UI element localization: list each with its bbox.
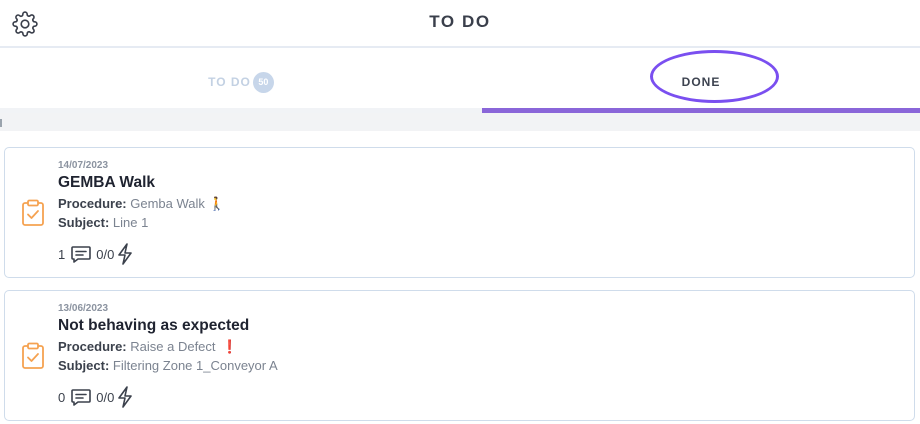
subject-label: Subject: [58, 358, 110, 373]
subject-line: Subject: Filtering Zone 1_Conveyor A [58, 358, 278, 373]
tab-bar: TO DO 50 DONE [0, 50, 920, 114]
task-card[interactable]: 13/06/2023 Not behaving as expected Proc… [4, 290, 915, 421]
exclamation-icon: ❗ [221, 339, 238, 354]
todo-count-badge: 50 [252, 71, 274, 93]
top-bar: TO DO [0, 0, 920, 48]
task-card[interactable]: 14/07/2023 GEMBA Walk Procedure: Gemba W… [4, 147, 915, 278]
subject-value: Line 1 [112, 215, 149, 230]
clipboard-check-icon [21, 199, 45, 227]
comment-count: 1 [58, 246, 66, 262]
card-stats: 0 0/0 [58, 386, 134, 408]
subject-line: Subject: Line 1 [58, 215, 148, 230]
clipboard-check-icon [21, 342, 45, 370]
card-date: 13/06/2023 [58, 303, 109, 314]
procedure-value: Gemba Walk [130, 196, 205, 211]
comment-icon [71, 389, 92, 406]
scroll-edge-mark [0, 119, 2, 127]
card-title: Not behaving as expected [58, 317, 250, 334]
procedure-line: Procedure: Raise a Defect ❗ [58, 339, 238, 355]
tab-todo-label: TO DO [208, 75, 251, 89]
procedure-label: Procedure: [58, 339, 127, 354]
action-count: 0/0 [96, 246, 115, 262]
procedure-value: Raise a Defect [130, 339, 216, 354]
subject-value: Filtering Zone 1_Conveyor A [112, 358, 278, 373]
tab-done[interactable]: DONE [482, 50, 920, 114]
subject-label: Subject: [58, 215, 110, 230]
page-title: TO DO [429, 12, 491, 31]
lightning-icon [118, 386, 133, 408]
action-count: 0/0 [96, 389, 115, 405]
procedure-label: Procedure: [58, 196, 127, 211]
comment-icon [71, 246, 92, 263]
tab-todo[interactable]: TO DO 50 [0, 50, 482, 114]
card-stats: 1 0/0 [58, 243, 134, 265]
card-title: GEMBA Walk [58, 174, 156, 191]
comment-count: 0 [58, 389, 66, 405]
lightning-icon [118, 243, 133, 265]
procedure-line: Procedure: Gemba Walk 🚶 [58, 196, 225, 212]
tab-done-label: DONE [681, 75, 721, 89]
walking-person-icon: 🚶 [208, 196, 226, 211]
list-separator [0, 113, 920, 131]
card-date: 14/07/2023 [58, 160, 109, 171]
